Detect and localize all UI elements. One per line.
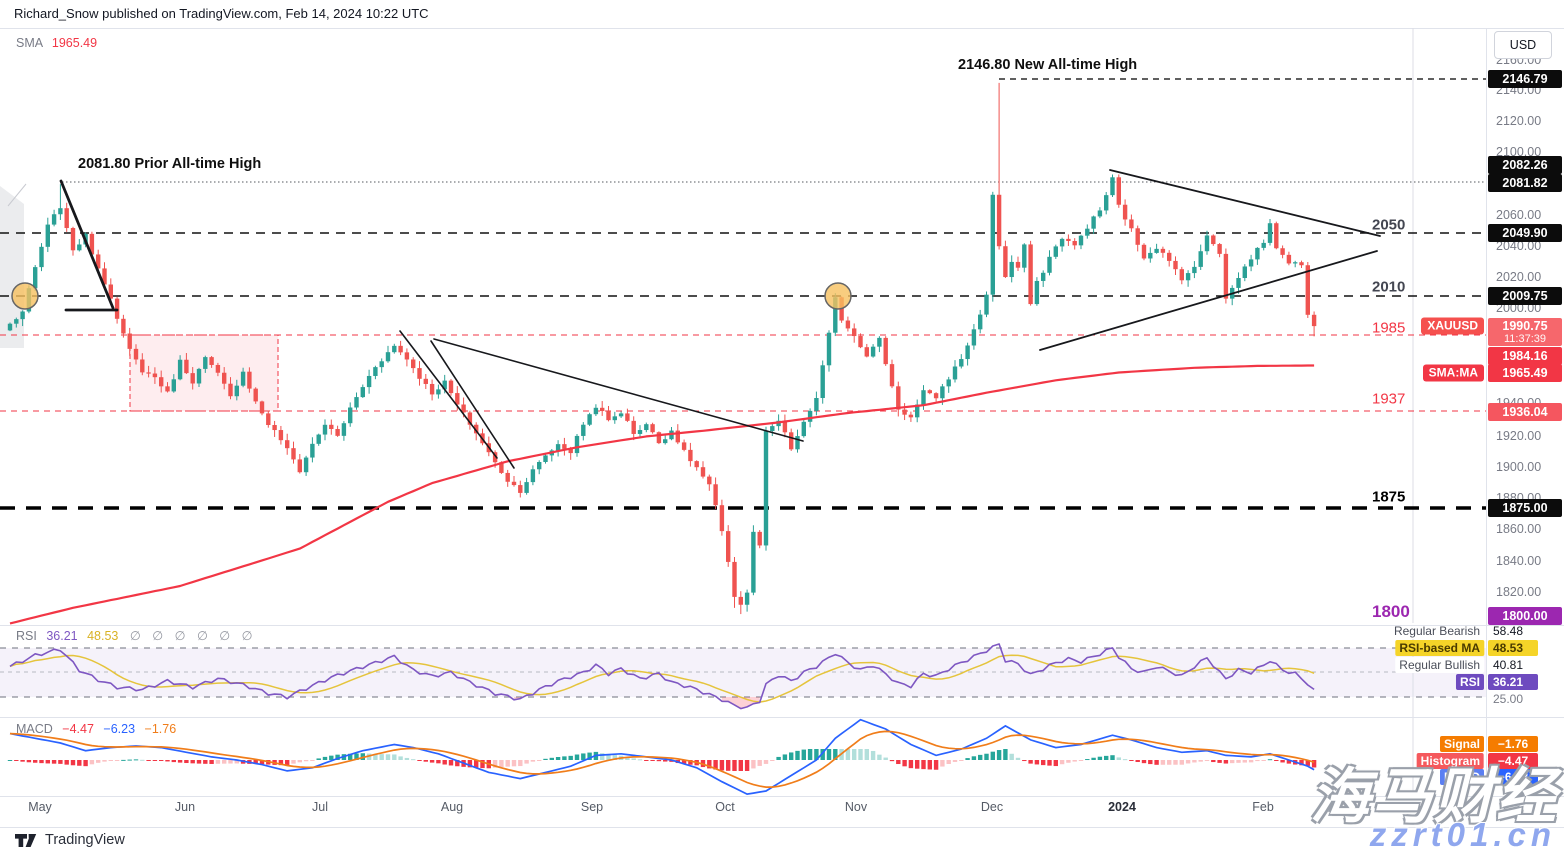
chart-canvas[interactable] [0, 0, 1564, 857]
macd-legend-hist-value: −4.47 [62, 722, 94, 736]
tradingview-brand-text: TradingView [45, 832, 125, 848]
countdown-timer: 11:37:39 [1488, 333, 1562, 346]
time-axis-label: Aug [441, 800, 463, 814]
axis-price-badge: 2049.90 [1488, 224, 1562, 242]
time-axis-label: Oct [715, 800, 734, 814]
axis-tick: 1920.00 [1496, 429, 1541, 443]
rsi-row-label: RSI [1456, 674, 1484, 690]
axis-price-badge: 1875.00 [1488, 499, 1562, 517]
rsi-row-value: 40.81 [1488, 657, 1538, 673]
axis-price-badge: 2082.26 [1488, 156, 1562, 174]
rsi-legend-value: 36.21 [46, 629, 77, 643]
last-price-value: 1990.75 [1488, 318, 1562, 333]
rsi-row-value: 25.00 [1488, 691, 1538, 707]
tradingview-footer[interactable]: TradingView [14, 832, 125, 848]
sma-legend-value: 1965.49 [52, 36, 97, 50]
time-axis-label: Jul [312, 800, 328, 814]
time-axis-label: Jun [175, 800, 195, 814]
watermark-url: zzrt01.cn [1370, 816, 1556, 854]
sma-ma-price-flag: SMA:MA [1423, 365, 1484, 382]
level-label: 1800 [1372, 602, 1410, 622]
macd-legend-signal-value: −1.76 [145, 722, 177, 736]
axis-tick: 2060.00 [1496, 208, 1541, 222]
time-axis-label: May [28, 800, 52, 814]
macd-top-separator [0, 717, 1564, 718]
rsi-row-value: 36.21 [1488, 674, 1538, 690]
xauusd-flag-label: XAUUSD [1427, 319, 1478, 333]
axis-tick: 1840.00 [1496, 554, 1541, 568]
rsi-row-label: Regular Bullish [1395, 657, 1484, 673]
time-axis-label: Sep [581, 800, 603, 814]
time-axis-label: Nov [845, 800, 867, 814]
tradingview-logo-icon [14, 833, 38, 848]
level-label: 1875 [1372, 489, 1405, 506]
time-axis-label: Feb [1252, 800, 1274, 814]
level-label: 1937 [1372, 391, 1405, 408]
axis-price-badge: 1965.49 [1488, 364, 1562, 382]
xauusd-price-flag: XAUUSD [1421, 318, 1484, 335]
rsi-row-label: RSI-based MA [1395, 640, 1484, 656]
sma-legend-label: SMA [16, 36, 42, 50]
sma-ma-flag-label: SMA:MA [1429, 366, 1478, 380]
macd-legend[interactable]: MACD −4.47 −6.23 −1.76 [16, 722, 176, 736]
rsi-legend[interactable]: RSI 36.21 48.53 ∅ ∅ ∅ ∅ ∅ ∅ [16, 628, 257, 643]
level-label: 1985 [1372, 320, 1405, 337]
axis-tick: 2120.00 [1496, 114, 1541, 128]
macd-legend-title: MACD [16, 722, 53, 736]
time-axis-label: Dec [981, 800, 1003, 814]
time-axis-label: 2024 [1108, 800, 1136, 814]
rsi-legend-empty-values: ∅ ∅ ∅ ∅ ∅ ∅ [130, 629, 257, 643]
axis-price-badge: 2009.75 [1488, 287, 1562, 305]
level-label: 2050 [1372, 217, 1405, 234]
axis-price-badge: 2146.79 [1488, 70, 1562, 88]
axis-tick: 1820.00 [1496, 585, 1541, 599]
prior-ath-annotation[interactable]: 2081.80 Prior All-time High [78, 156, 261, 172]
axis-tick: 1860.00 [1496, 522, 1541, 536]
rsi-row-value: 48.53 [1488, 640, 1538, 656]
axis-price-badge: 1936.04 [1488, 403, 1562, 421]
tradingview-chart-page: Richard_Snow published on TradingView.co… [0, 0, 1564, 857]
last-price-badge: 1990.75 11:37:39 [1488, 318, 1562, 346]
axis-price-badge: 1984.16 [1488, 347, 1562, 365]
axis-price-badge: 2081.82 [1488, 174, 1562, 192]
axis-tick: 1900.00 [1496, 460, 1541, 474]
axis-tick: 2020.00 [1496, 270, 1541, 284]
rsi-ma-legend-value: 48.53 [87, 629, 118, 643]
currency-toggle-button[interactable]: USD [1494, 31, 1552, 59]
level-label: 2010 [1372, 279, 1405, 296]
rsi-legend-title: RSI [16, 629, 37, 643]
rsi-top-separator [0, 625, 1564, 626]
price-axis-border [1486, 28, 1487, 796]
new-ath-annotation[interactable]: 2146.80 New All-time High [958, 57, 1137, 73]
sma-legend[interactable]: SMA 1965.49 [16, 36, 97, 50]
macd-legend-macd-value: −6.23 [103, 722, 135, 736]
